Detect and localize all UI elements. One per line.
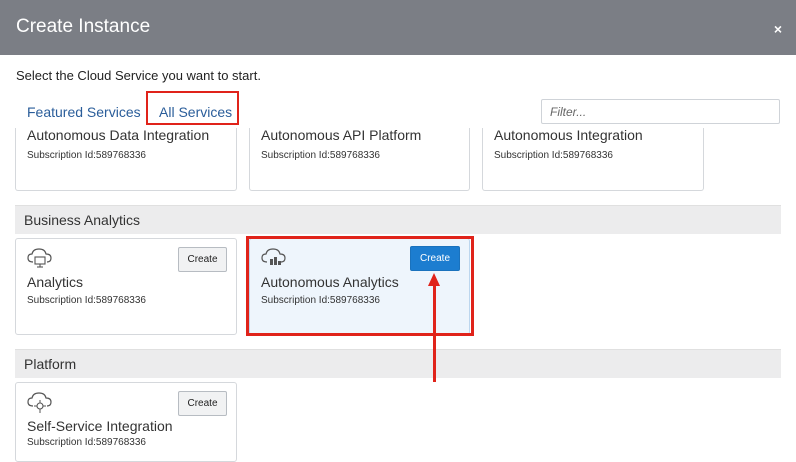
service-name: Autonomous API Platform — [261, 127, 422, 143]
tab-featured-services[interactable]: Featured Services — [27, 104, 141, 120]
service-card-self-service-integration[interactable]: Create Self-Service Integration Subscrip… — [15, 382, 237, 462]
tab-highlight-box — [146, 91, 239, 125]
create-button[interactable]: Create — [178, 247, 227, 272]
subscription-id: Subscription Id:589768336 — [27, 295, 146, 306]
subscription-id: Subscription Id:589768336 — [494, 150, 613, 161]
annotation-arrow-head — [428, 273, 440, 286]
annotation-arrow-line — [433, 285, 436, 382]
service-name: Autonomous Data Integration — [27, 127, 210, 143]
create-button[interactable]: Create — [178, 391, 227, 416]
subscription-id: Subscription Id:589768336 — [27, 437, 146, 448]
service-card-analytics[interactable]: Create Analytics Subscription Id:5897683… — [15, 238, 237, 335]
section-title: Platform — [24, 356, 77, 372]
section-header-platform: Platform — [15, 349, 781, 378]
service-name: Analytics — [27, 274, 84, 290]
service-card-autonomous-data-integration[interactable]: Autonomous Data Integration Subscription… — [15, 127, 237, 191]
section-title: Business Analytics — [24, 212, 140, 228]
highlight-box — [246, 236, 474, 336]
instruction-text: Select the Cloud Service you want to sta… — [16, 68, 261, 83]
service-card-autonomous-integration[interactable]: Autonomous Integration Subscription Id:5… — [482, 127, 704, 191]
service-card-autonomous-api-platform[interactable]: Autonomous API Platform Subscription Id:… — [249, 127, 470, 191]
subscription-id: Subscription Id:589768336 — [27, 150, 146, 161]
close-icon[interactable]: × — [774, 21, 782, 37]
service-name: Self-Service Integration — [27, 418, 173, 434]
section-header-business-analytics: Business Analytics — [15, 205, 781, 234]
dialog-title: Create Instance — [16, 16, 151, 37]
filter-input[interactable] — [541, 99, 780, 124]
cloud-integration-icon — [27, 392, 52, 413]
dialog-header: Create Instance × — [0, 0, 796, 55]
service-name: Autonomous Integration — [494, 127, 643, 143]
cloud-monitor-icon — [27, 248, 52, 268]
subscription-id: Subscription Id:589768336 — [261, 150, 380, 161]
